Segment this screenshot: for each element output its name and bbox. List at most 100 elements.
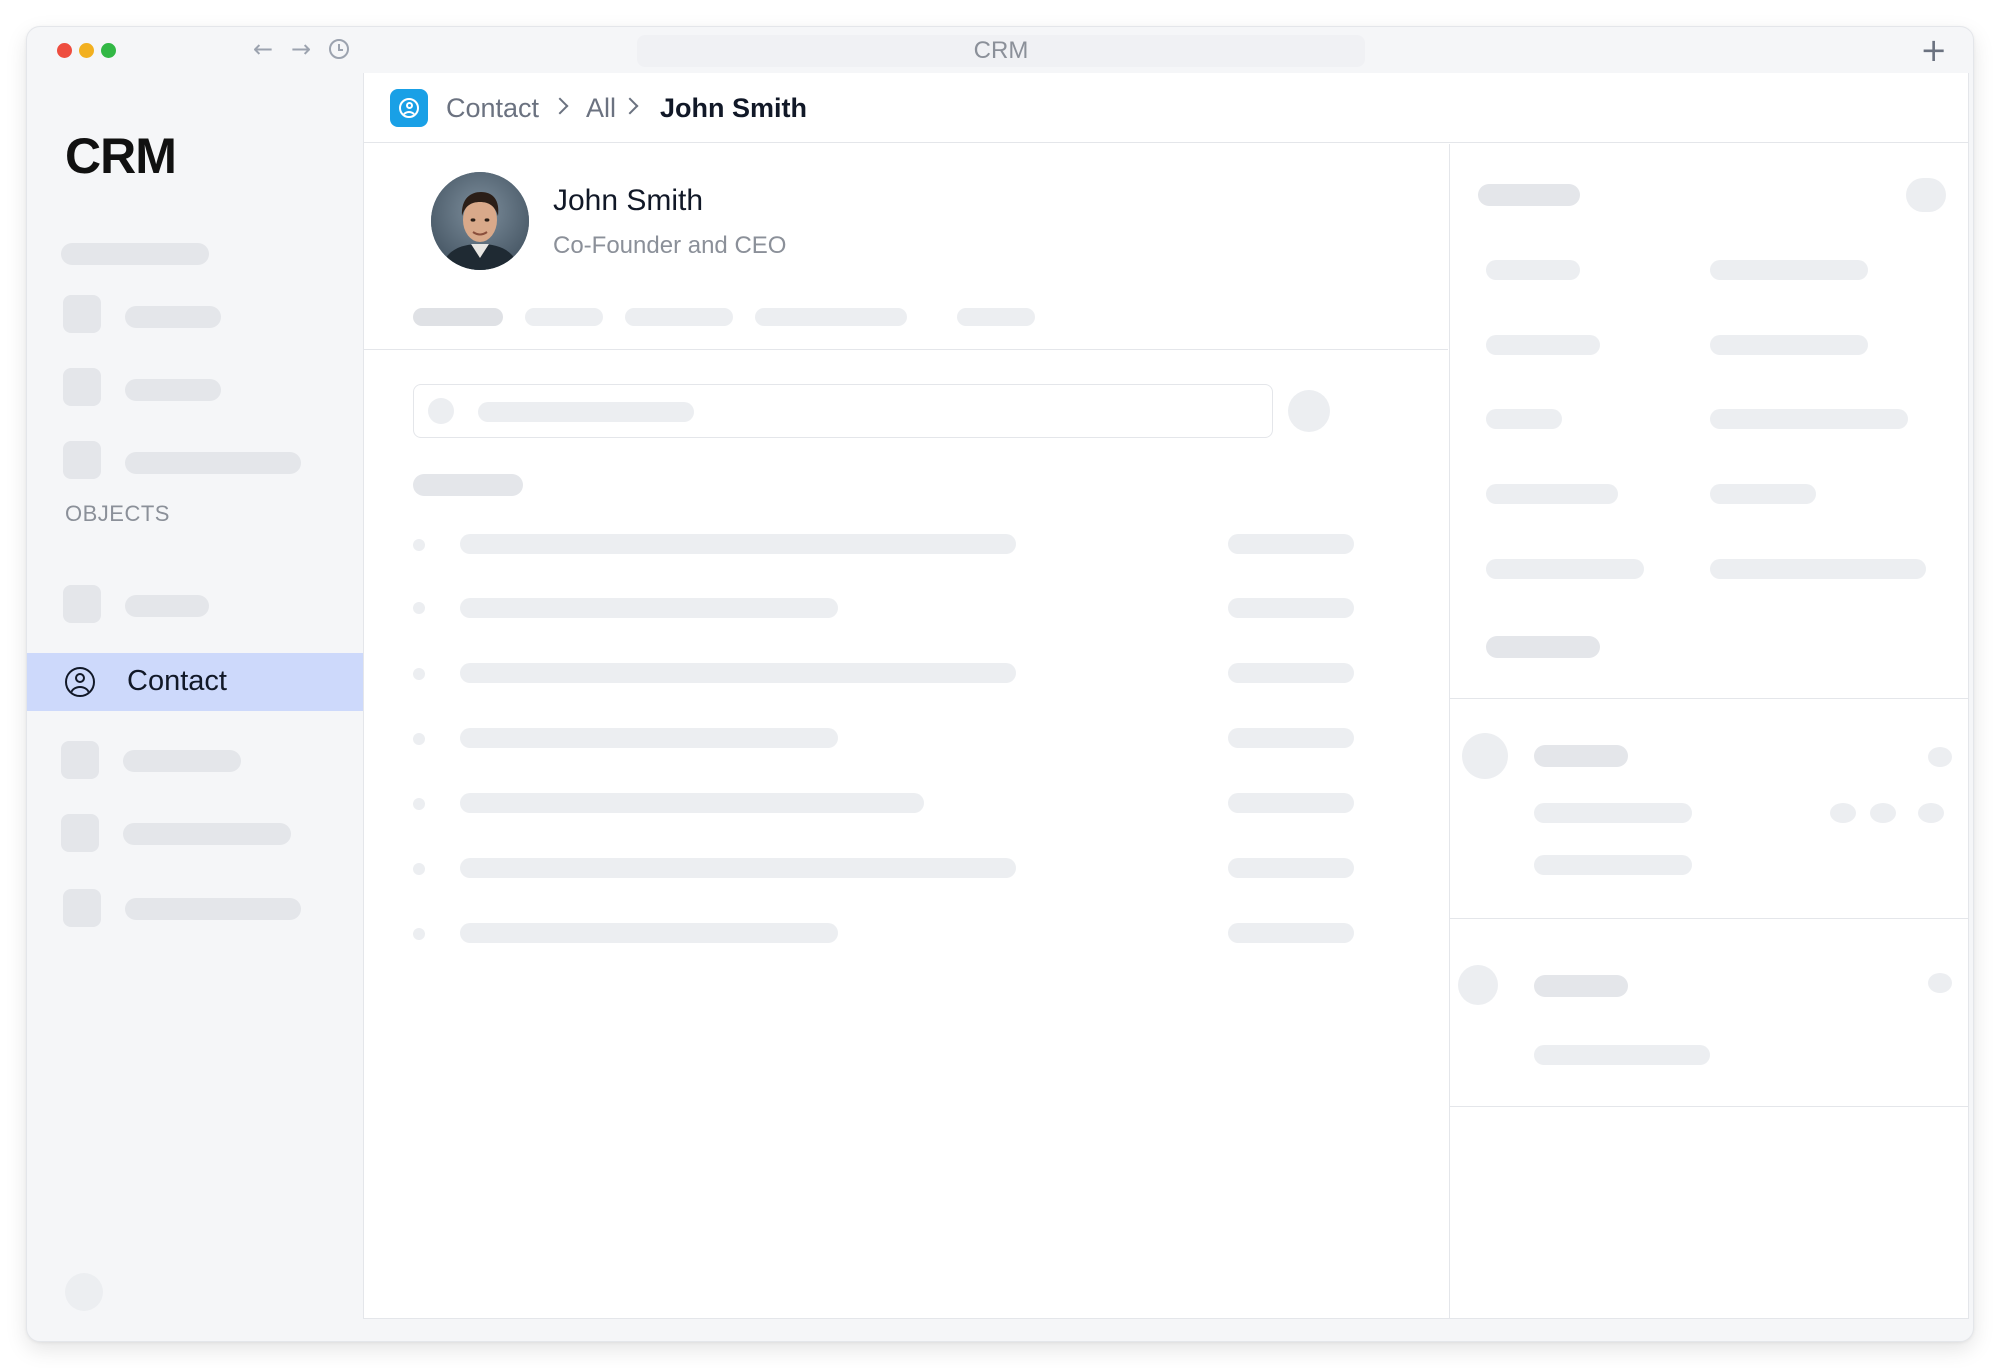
breadcrumb-current: John Smith bbox=[660, 93, 807, 123]
person-circle-icon bbox=[65, 667, 95, 697]
chevron-right-icon bbox=[551, 97, 569, 115]
list-item[interactable] bbox=[460, 858, 1016, 878]
sidebar-item-label: Contact bbox=[127, 665, 227, 697]
tab-skeleton[interactable] bbox=[957, 308, 1035, 326]
list-bullet bbox=[413, 928, 425, 940]
attribute-label bbox=[1486, 260, 1580, 280]
list-bullet bbox=[413, 798, 425, 810]
sidebar-section-objects: OBJECTS bbox=[65, 501, 170, 526]
contact-badge-icon bbox=[390, 89, 428, 127]
list-item-meta bbox=[1228, 793, 1354, 813]
sidebar-skeleton-icon bbox=[61, 741, 99, 779]
sidebar-skeleton-icon bbox=[63, 368, 101, 406]
list-item[interactable] bbox=[460, 534, 1016, 554]
input-action-skeleton[interactable] bbox=[1288, 390, 1330, 432]
related-section bbox=[1450, 699, 1969, 919]
attribute-value[interactable] bbox=[1710, 559, 1926, 579]
list-item[interactable] bbox=[460, 793, 924, 813]
sidebar-skeleton-label bbox=[125, 452, 301, 474]
sidebar-skeleton-icon bbox=[63, 441, 101, 479]
details-panel bbox=[1449, 144, 1969, 1318]
attribute-label bbox=[1486, 409, 1562, 429]
chevron-right-icon bbox=[621, 97, 639, 115]
main-panel: Contact All John Smith John Smith Co-Fou… bbox=[363, 73, 1969, 1319]
history-clock-icon[interactable] bbox=[329, 39, 349, 59]
list-item[interactable] bbox=[460, 598, 838, 618]
section-heading-skeleton bbox=[1478, 184, 1580, 206]
attribute-value[interactable] bbox=[1710, 335, 1868, 355]
show-more-skeleton[interactable] bbox=[1486, 636, 1600, 658]
back-arrow-icon[interactable]: ← bbox=[253, 36, 273, 62]
list-item-meta bbox=[1228, 663, 1354, 683]
list-bullet bbox=[413, 668, 425, 680]
sidebar-skeleton-label bbox=[123, 823, 291, 845]
list-bullet bbox=[413, 733, 425, 745]
sidebar-skeleton-label bbox=[125, 306, 221, 328]
list-item-meta bbox=[1228, 728, 1354, 748]
list-item-meta bbox=[1228, 598, 1354, 618]
sidebar-skeleton-icon bbox=[63, 889, 101, 927]
related-line-skeleton bbox=[1534, 803, 1692, 823]
input-icon-skeleton bbox=[428, 398, 454, 424]
sidebar-skeleton-label bbox=[125, 379, 221, 401]
close-window-button[interactable] bbox=[57, 43, 72, 58]
list-bullet bbox=[413, 539, 425, 551]
app-window: ← → CRM + CRM OBJECTS Contact Contact Al… bbox=[26, 26, 1974, 1342]
sidebar: CRM OBJECTS Contact bbox=[27, 73, 363, 1341]
tab-skeleton[interactable] bbox=[413, 308, 503, 326]
attribute-value[interactable] bbox=[1710, 484, 1816, 504]
sidebar-skeleton-icon bbox=[63, 585, 101, 623]
breadcrumb-contact[interactable]: Contact bbox=[446, 91, 539, 125]
user-avatar-placeholder[interactable] bbox=[65, 1273, 103, 1311]
tab-skeleton[interactable] bbox=[625, 308, 733, 326]
related-action-skeleton[interactable] bbox=[1928, 747, 1952, 767]
list-item[interactable] bbox=[460, 663, 1016, 683]
related-action-skeleton[interactable] bbox=[1928, 973, 1952, 993]
record-content: John Smith Co-Founder and CEO bbox=[364, 144, 1448, 1318]
sidebar-skeleton-label bbox=[123, 750, 241, 772]
sidebar-skeleton-icon bbox=[61, 814, 99, 852]
related-dot-skeleton bbox=[1918, 803, 1944, 823]
minimize-window-button[interactable] bbox=[79, 43, 94, 58]
related-avatar-skeleton bbox=[1458, 965, 1498, 1005]
attribute-value[interactable] bbox=[1710, 409, 1908, 429]
avatar bbox=[431, 172, 529, 270]
related-title-skeleton[interactable] bbox=[1534, 975, 1628, 997]
app-logo: CRM bbox=[65, 128, 177, 184]
profile-header: John Smith Co-Founder and CEO bbox=[364, 144, 1448, 350]
note-input-skeleton[interactable] bbox=[413, 384, 1273, 438]
breadcrumb-all[interactable]: All bbox=[586, 91, 616, 125]
tab-skeleton[interactable] bbox=[525, 308, 603, 326]
maximize-window-button[interactable] bbox=[101, 43, 116, 58]
list-item-meta bbox=[1228, 923, 1354, 943]
list-item-meta bbox=[1228, 534, 1354, 554]
forward-arrow-icon[interactable]: → bbox=[291, 36, 311, 62]
attribute-value[interactable] bbox=[1710, 260, 1868, 280]
related-dot-skeleton bbox=[1830, 803, 1856, 823]
list-item[interactable] bbox=[460, 728, 838, 748]
tab-skeleton[interactable] bbox=[755, 308, 907, 326]
list-heading-skeleton bbox=[413, 474, 523, 496]
breadcrumb: Contact All John Smith bbox=[364, 73, 1968, 143]
list-bullet bbox=[413, 863, 425, 875]
list-bullet bbox=[413, 602, 425, 614]
related-line-skeleton bbox=[1534, 855, 1692, 875]
related-section bbox=[1450, 919, 1969, 1107]
new-tab-plus-icon[interactable]: + bbox=[1920, 32, 1947, 68]
related-line-skeleton bbox=[1534, 1045, 1710, 1065]
window-title: CRM bbox=[973, 37, 1029, 64]
attributes-section bbox=[1450, 144, 1969, 699]
related-dot-skeleton bbox=[1870, 803, 1896, 823]
section-action-skeleton[interactable] bbox=[1906, 178, 1946, 212]
contact-name: John Smith bbox=[553, 184, 704, 217]
list-item[interactable] bbox=[460, 923, 838, 943]
sidebar-skeleton-label bbox=[125, 595, 209, 617]
title-bar: ← → CRM + bbox=[27, 27, 1973, 73]
input-placeholder-skeleton bbox=[478, 402, 694, 422]
address-bar[interactable]: CRM bbox=[637, 35, 1365, 67]
related-title-skeleton[interactable] bbox=[1534, 745, 1628, 767]
attribute-label bbox=[1486, 484, 1618, 504]
related-avatar-skeleton bbox=[1462, 733, 1508, 779]
sidebar-skeleton-heading bbox=[61, 243, 209, 265]
sidebar-item-contact[interactable]: Contact bbox=[27, 653, 363, 711]
